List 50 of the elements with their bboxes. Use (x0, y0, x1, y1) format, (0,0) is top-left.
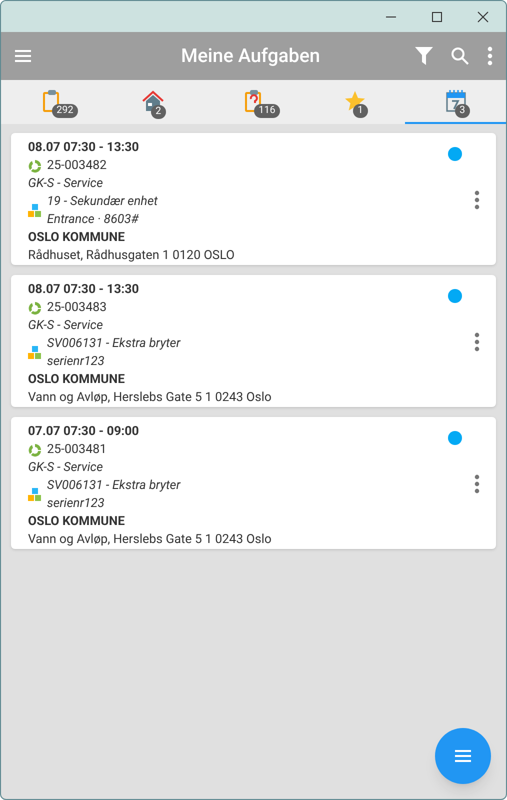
count-badge: 292 (52, 104, 78, 118)
more-icon[interactable] (474, 474, 480, 494)
toolbar-title: Meine Aufgaben (181, 42, 320, 69)
tab[interactable]: 3 (405, 80, 506, 124)
tab[interactable]: 2 (102, 80, 203, 124)
unit-detail: Entrance · 8603# (47, 211, 140, 229)
task-number: 25-003483 (47, 299, 107, 317)
more-icon[interactable] (474, 190, 480, 210)
task-card[interactable]: 07.07 07:30 - 09:00 25-003481 GK-S - Service SV006131 - Ekstra bryter serienr123 OSLO KOMMUNE Vann og Avløp, Herslebs Gate 5 1 0243 Oslo (11, 417, 496, 549)
task-time: 07.07 07:30 - 09:00 (28, 423, 139, 441)
cubes-icon (28, 346, 42, 360)
menu-icon (454, 749, 472, 763)
customer-name: OSLO KOMMUNE (28, 513, 125, 531)
count-badge: 116 (254, 104, 280, 118)
recycle-icon (28, 301, 42, 315)
task-type: GK-S - Service (28, 459, 103, 477)
tab[interactable]: 116 (203, 80, 304, 124)
unit-name: 19 - Sekundær enhet (47, 193, 158, 211)
task-address: Vann og Avløp, Herslebs Gate 5 1 0243 Oslo (28, 389, 272, 407)
count-badge: 3 (454, 104, 470, 118)
filter-icon[interactable] (415, 46, 433, 66)
task-time: 08.07 07:30 - 13:30 (28, 281, 139, 299)
unit-name: SV006131 - Ekstra bryter (47, 335, 180, 353)
tab[interactable]: 1 (304, 80, 405, 124)
customer-name: OSLO KOMMUNE (28, 371, 125, 389)
task-number: 25-003482 (47, 157, 107, 175)
task-card[interactable]: 08.07 07:30 - 13:30 25-003482 GK-S - Service 19 - Sekundær enhet Entrance · 8603# OSLO KOMMUNE Rådhuset, Rådhusgaten 1 0120 OSLO (11, 133, 496, 265)
unit-detail: serienr123 (47, 495, 106, 513)
task-card[interactable]: 08.07 07:30 - 13:30 25-003483 GK-S - Service SV006131 - Ekstra bryter serienr123 OSLO KOMMUNE Vann og Avløp, Herslebs Gate 5 1 0243 Oslo (11, 275, 496, 407)
recycle-icon (28, 443, 42, 457)
task-type: GK-S - Service (28, 317, 103, 335)
task-time: 08.07 07:30 - 13:30 (28, 139, 139, 157)
tab[interactable]: 292 (1, 80, 102, 124)
recycle-icon (28, 159, 42, 173)
task-address: Vann og Avløp, Herslebs Gate 5 1 0243 Oslo (28, 531, 272, 549)
search-icon[interactable] (451, 47, 469, 65)
unit-detail: serienr123 (47, 353, 106, 371)
count-badge: 1 (352, 104, 368, 118)
menu-icon[interactable] (14, 49, 32, 63)
customer-name: OSLO KOMMUNE (28, 229, 125, 247)
cubes-icon (28, 204, 42, 218)
more-icon[interactable] (487, 46, 493, 66)
cubes-icon (28, 488, 42, 502)
task-number: 25-003481 (47, 441, 107, 459)
task-address: Rådhuset, Rådhusgaten 1 0120 OSLO (28, 247, 235, 265)
calendar-icon (444, 89, 466, 113)
unit-name: SV006131 - Ekstra bryter (47, 477, 180, 495)
more-icon[interactable] (474, 332, 480, 352)
count-badge: 2 (150, 105, 166, 119)
task-type: GK-S - Service (28, 175, 103, 193)
